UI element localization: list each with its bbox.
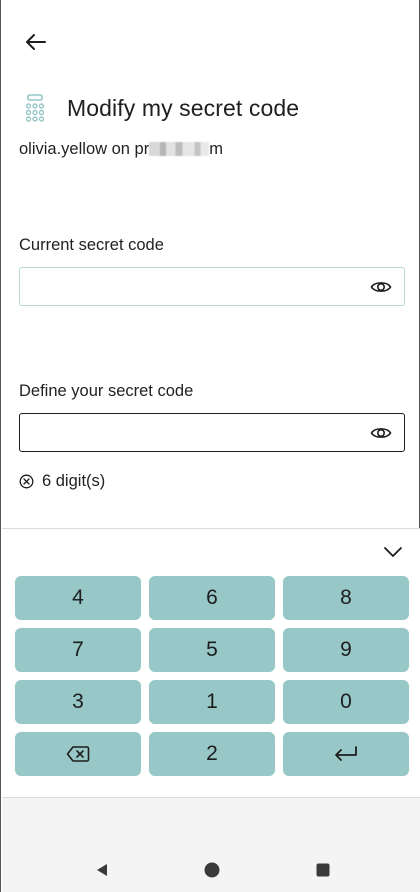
new-code-field[interactable] xyxy=(19,413,405,452)
account-suffix: m xyxy=(209,140,223,158)
title-row: Modify my secret code xyxy=(21,88,299,128)
current-code-field[interactable] xyxy=(19,267,405,306)
key-9[interactable]: 9 xyxy=(283,628,409,672)
eye-icon xyxy=(370,281,392,292)
collapse-keyboard-button[interactable] xyxy=(382,543,404,561)
nav-back-button[interactable] xyxy=(92,860,112,880)
screen: Modify my secret code olivia.yellow on p… xyxy=(0,0,420,892)
page-title: Modify my secret code xyxy=(67,94,300,121)
key-0[interactable]: 0 xyxy=(283,680,409,724)
eye-icon xyxy=(370,427,392,438)
x-circle-icon xyxy=(19,474,34,489)
backspace-icon xyxy=(66,746,90,762)
recents-square-icon xyxy=(316,863,330,877)
home-circle-icon xyxy=(204,862,220,878)
account-line: olivia.yellow on pr m xyxy=(19,140,223,159)
key-1[interactable]: 1 xyxy=(149,680,275,724)
key-5[interactable]: 5 xyxy=(149,628,275,672)
key-6[interactable]: 6 xyxy=(149,576,275,620)
rule-digit-count: 6 digit(s) xyxy=(19,472,105,491)
nav-recents-button[interactable] xyxy=(313,860,333,880)
key-8[interactable]: 8 xyxy=(283,576,409,620)
current-code-input[interactable] xyxy=(20,268,404,305)
arrow-left-icon xyxy=(26,34,46,50)
backspace-key[interactable] xyxy=(15,732,141,776)
nav-home-button[interactable] xyxy=(202,860,222,880)
redacted-domain xyxy=(149,142,210,156)
key-2[interactable]: 2 xyxy=(149,732,275,776)
enter-key[interactable] xyxy=(283,732,409,776)
numeric-keyboard: 4 6 8 7 5 9 3 1 0 2 xyxy=(2,528,420,798)
back-button[interactable] xyxy=(19,26,53,58)
toggle-new-visibility-button[interactable] xyxy=(368,423,394,443)
new-code-input[interactable] xyxy=(20,414,404,451)
chevron-down-icon xyxy=(384,547,402,557)
key-7[interactable]: 7 xyxy=(15,628,141,672)
system-navigation-bar xyxy=(2,798,420,892)
new-code-label: Define your secret code xyxy=(19,382,194,400)
rule-text: 6 digit(s) xyxy=(42,472,106,490)
current-code-label: Current secret code xyxy=(19,236,164,254)
account-prefix: olivia.yellow on pr xyxy=(19,140,150,158)
enter-icon xyxy=(335,746,357,761)
key-4[interactable]: 4 xyxy=(15,576,141,620)
key-3[interactable]: 3 xyxy=(15,680,141,724)
back-triangle-icon xyxy=(97,864,107,876)
keypad-icon xyxy=(25,94,45,122)
toggle-current-visibility-button[interactable] xyxy=(368,277,394,297)
